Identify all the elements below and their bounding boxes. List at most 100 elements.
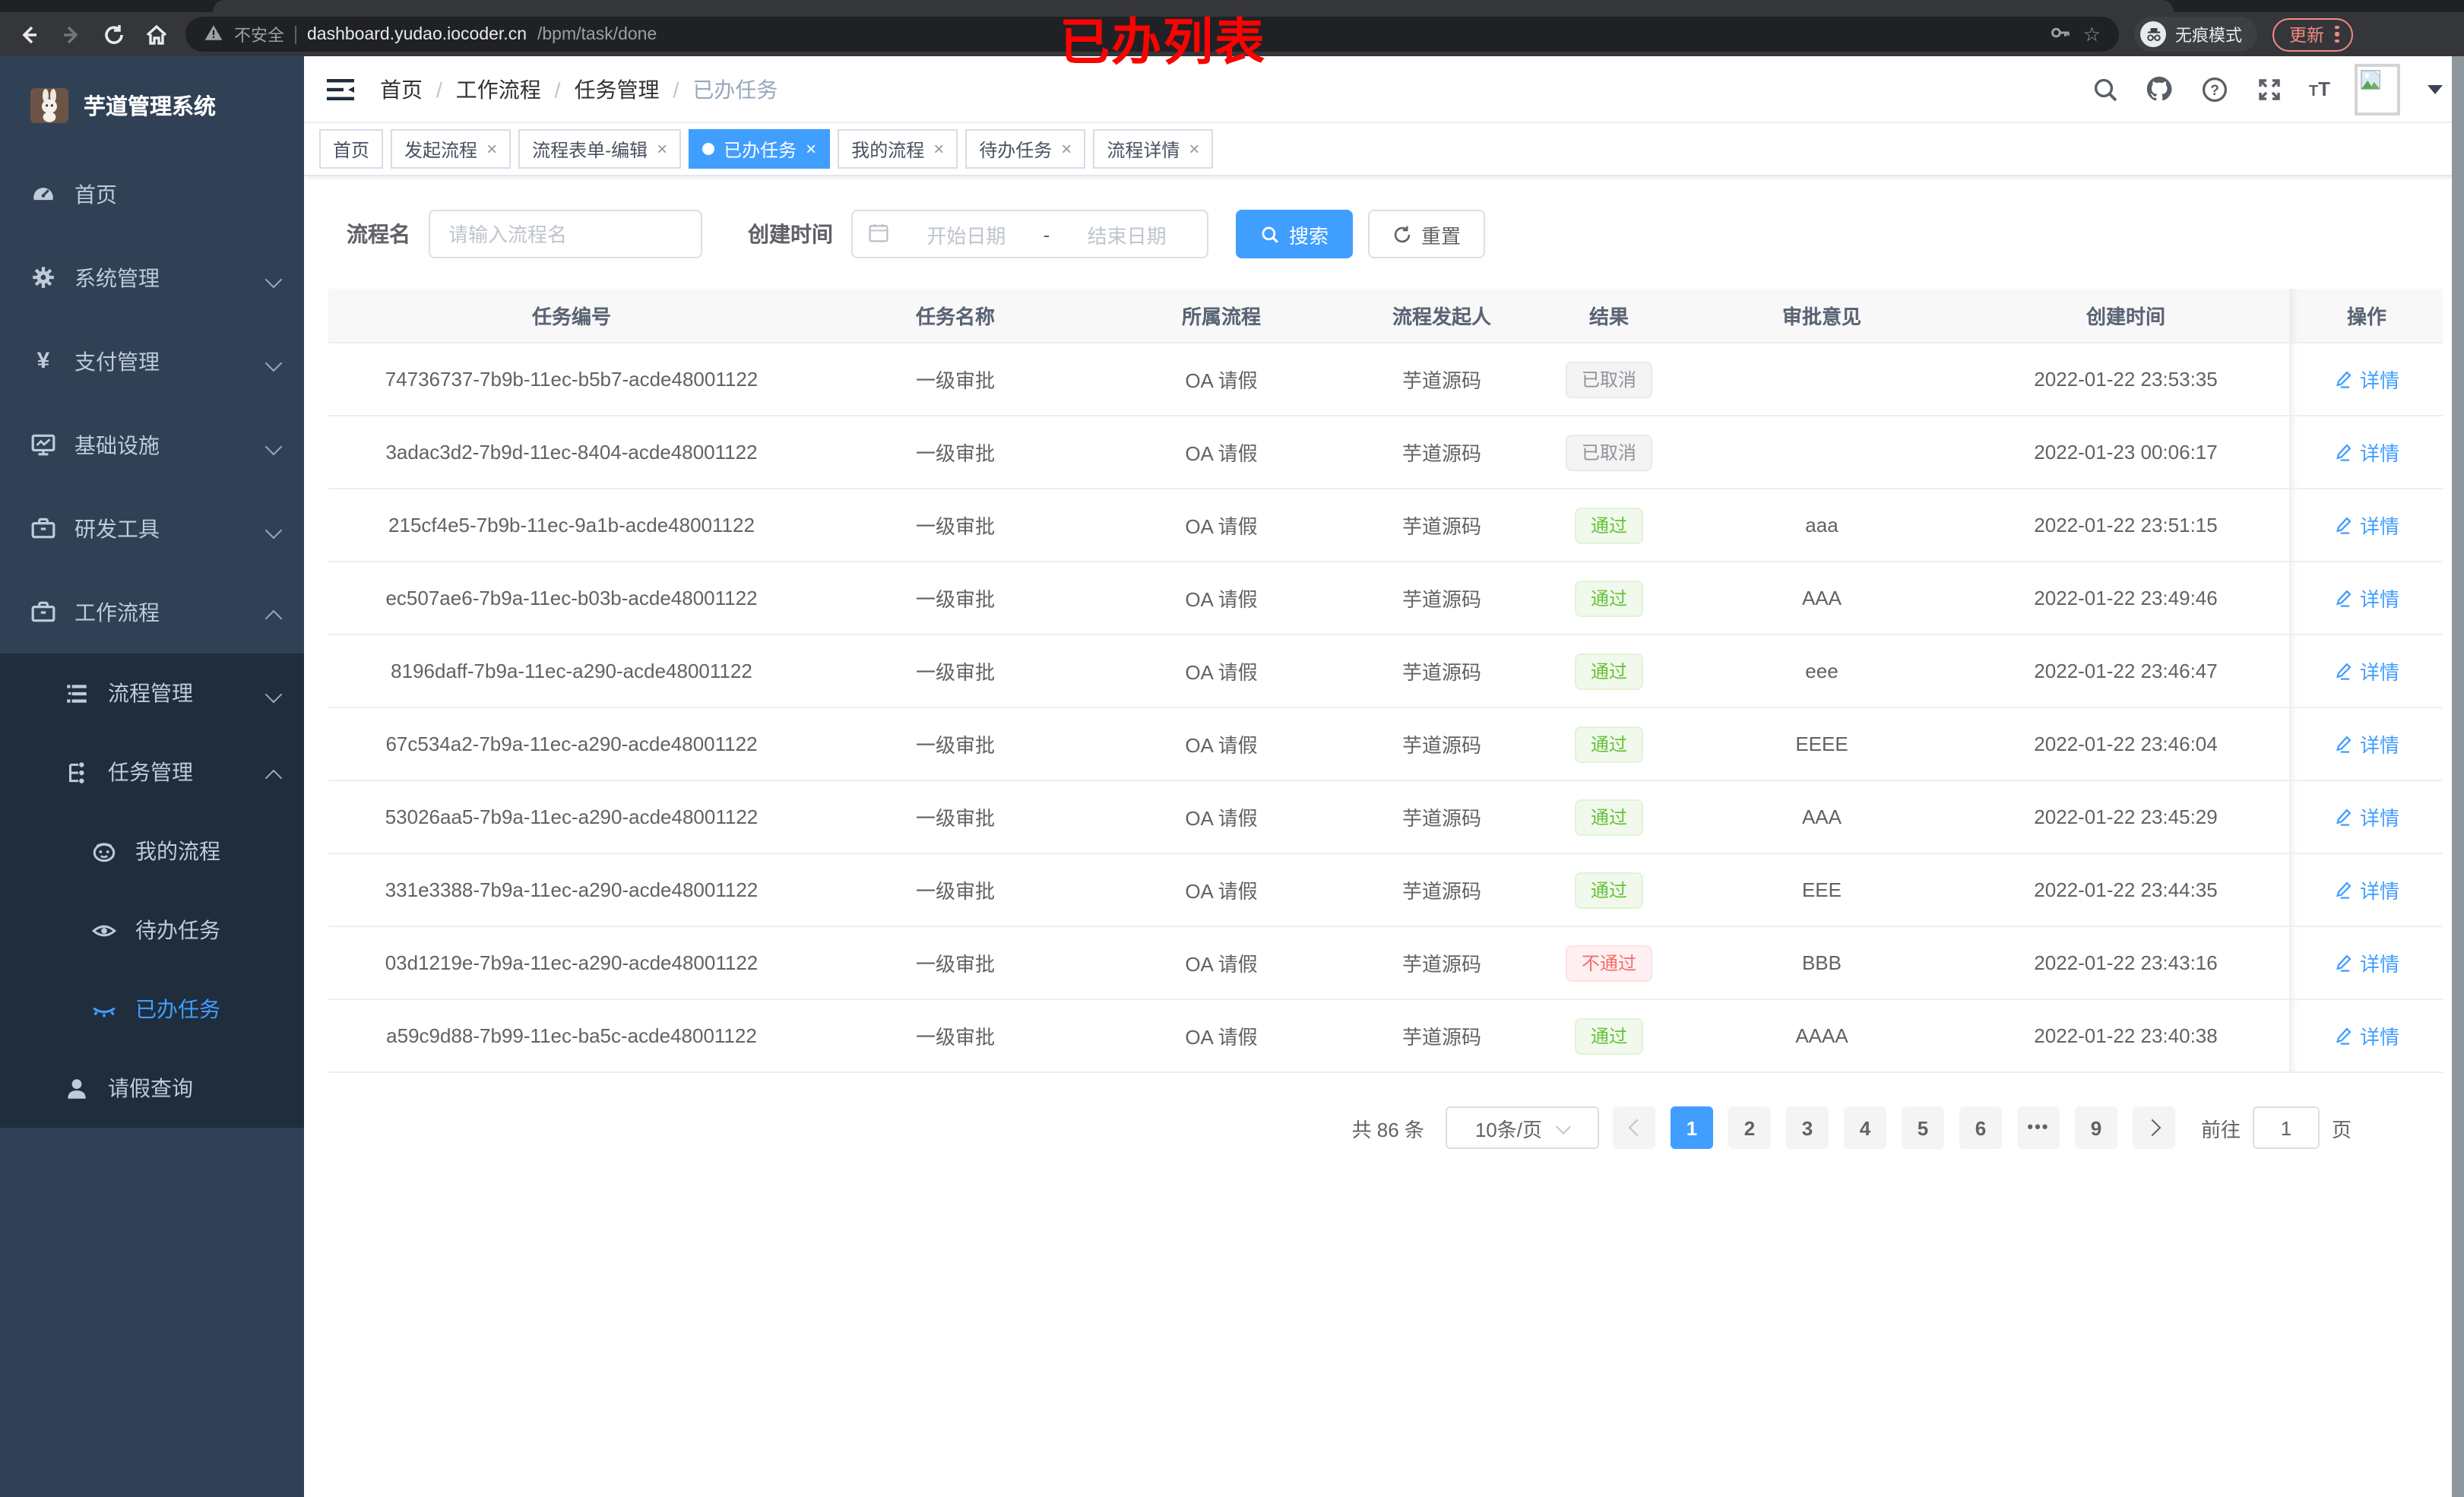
sidebar-item-infrastructure[interactable]: 基础设施 — [0, 403, 304, 486]
task-starter: 芋道源码 — [1401, 880, 1481, 903]
search-button[interactable]: 搜索 — [1236, 210, 1354, 258]
close-icon[interactable]: × — [657, 140, 667, 158]
browser-menu-icon[interactable] — [2335, 25, 2339, 43]
sidebar-item-workflow[interactable]: 工作流程 — [0, 570, 304, 654]
eye-open-icon — [91, 917, 117, 943]
app-header: 首页 / 工作流程 / 任务管理 / 已办任务 ? TT — [304, 56, 2464, 123]
process-name-input[interactable] — [429, 210, 702, 258]
page-button-3[interactable]: 3 — [1785, 1106, 1829, 1149]
task-process: OA 请假 — [1185, 1026, 1258, 1049]
reset-button[interactable]: 重置 — [1368, 210, 1486, 258]
tag-start-process[interactable]: 发起流程 × — [391, 129, 511, 169]
active-dot — [702, 143, 715, 155]
detail-button[interactable]: 详情 — [2334, 584, 2399, 612]
task-starter: 芋道源码 — [1401, 515, 1481, 538]
search-icon[interactable] — [2090, 74, 2120, 104]
tag-my-process[interactable]: 我的流程 × — [838, 129, 958, 169]
page-button-1[interactable]: 1 — [1670, 1106, 1713, 1149]
sidebar-item-leave-query[interactable]: 请假查询 — [0, 1049, 304, 1128]
font-size-icon[interactable]: TT — [2309, 78, 2330, 100]
page-button-6[interactable]: 6 — [1959, 1106, 2002, 1149]
sidebar-item-system[interactable]: 系统管理 — [0, 236, 304, 319]
page-button-9[interactable]: 9 — [2074, 1106, 2117, 1149]
collapse-sidebar-icon[interactable] — [325, 74, 356, 104]
detail-button[interactable]: 详情 — [2334, 438, 2399, 467]
github-icon[interactable] — [2145, 74, 2175, 104]
next-page-button[interactable] — [2132, 1106, 2175, 1149]
col-actions: 操作 — [2289, 289, 2443, 342]
sidebar-item-done-tasks[interactable]: 已办任务 — [0, 970, 304, 1049]
task-comment: AAA — [1801, 587, 1842, 609]
reload-icon[interactable] — [100, 21, 128, 48]
bookmark-star-icon[interactable]: ☆ — [2083, 22, 2101, 46]
key-icon[interactable] — [2050, 21, 2073, 48]
breadcrumb-current: 已办任务 — [692, 77, 778, 101]
more-pages-button[interactable]: ••• — [2016, 1106, 2060, 1149]
browser-update-button[interactable]: 更新 — [2272, 17, 2352, 51]
breadcrumb-workflow[interactable]: 工作流程 — [456, 74, 541, 104]
date-range-picker[interactable]: 开始日期 - 结束日期 — [851, 210, 1208, 258]
sidebar-item-task-mgmt[interactable]: 任务管理 — [0, 733, 304, 812]
header-actions: ? TT — [2090, 63, 2443, 115]
page-button-5[interactable]: 5 — [1901, 1106, 1944, 1149]
task-id: 8196daff-7b9a-11ec-a290-acde48001122 — [391, 660, 752, 682]
tag-done-tasks[interactable]: 已办任务 × — [689, 129, 831, 169]
flow-list-icon — [64, 680, 90, 706]
page-button-2[interactable]: 2 — [1728, 1106, 1771, 1149]
detail-button[interactable]: 详情 — [2334, 875, 2399, 904]
task-id: 215cf4e5-7b9b-11ec-9a1b-acde48001122 — [388, 514, 755, 536]
tag-form-edit[interactable]: 流程表单-编辑 × — [518, 129, 682, 169]
status-badge: 通过 — [1575, 799, 1642, 835]
detail-button[interactable]: 详情 — [2334, 802, 2399, 831]
forward-icon[interactable] — [58, 21, 85, 48]
chevron-down-icon — [1557, 1122, 1569, 1134]
date-end-placeholder[interactable]: 结束日期 — [1062, 220, 1192, 248]
tag-todo-tasks[interactable]: 待办任务 × — [965, 129, 1086, 169]
face-icon — [91, 838, 117, 864]
page-size-select[interactable]: 10条/页 — [1445, 1106, 1599, 1149]
close-icon[interactable]: × — [806, 140, 816, 158]
sidebar-item-my-process[interactable]: 我的流程 — [0, 812, 304, 891]
sidebar-item-home[interactable]: 首页 — [0, 152, 304, 236]
sidebar-item-process-mgmt[interactable]: 流程管理 — [0, 654, 304, 733]
task-name: 一级审批 — [915, 369, 995, 392]
breadcrumb-separator: / — [554, 77, 561, 101]
close-icon[interactable]: × — [1061, 140, 1072, 158]
app-logo[interactable]: 芋道管理系统 — [0, 68, 304, 141]
scrollbar-thumb[interactable] — [2452, 56, 2464, 1497]
detail-button[interactable]: 详情 — [2334, 1021, 2399, 1050]
back-icon[interactable] — [15, 21, 43, 48]
breadcrumb-separator: / — [673, 77, 679, 101]
detail-button[interactable]: 详情 — [2334, 948, 2399, 977]
avatar[interactable] — [2355, 63, 2400, 115]
goto-page-input[interactable] — [2252, 1106, 2320, 1149]
detail-button[interactable]: 详情 — [2334, 365, 2399, 394]
fullscreen-icon[interactable] — [2254, 74, 2285, 104]
page-scrollbar[interactable] — [2452, 56, 2464, 1497]
task-name: 一级审批 — [915, 1026, 995, 1049]
date-start-placeholder[interactable]: 开始日期 — [901, 220, 1031, 248]
page-button-4[interactable]: 4 — [1843, 1106, 1886, 1149]
close-icon[interactable]: × — [1189, 140, 1199, 158]
detail-button[interactable]: 详情 — [2334, 511, 2399, 540]
task-id: 3adac3d2-7b9d-11ec-8404-acde48001122 — [385, 441, 758, 464]
detail-button[interactable]: 详情 — [2334, 730, 2399, 758]
avatar-caret-icon[interactable] — [2428, 84, 2443, 93]
sidebar-item-todo-tasks[interactable]: 待办任务 — [0, 891, 304, 970]
task-comment: AAAA — [1795, 1024, 1848, 1047]
status-badge: 已取消 — [1566, 434, 1652, 470]
close-icon[interactable]: × — [933, 140, 944, 158]
prev-page-button[interactable] — [1612, 1106, 1655, 1149]
task-process: OA 请假 — [1185, 442, 1258, 465]
breadcrumb-home[interactable]: 首页 — [380, 74, 423, 104]
tag-process-detail[interactable]: 流程详情 × — [1093, 129, 1214, 169]
tag-home[interactable]: 首页 — [319, 129, 384, 169]
detail-button[interactable]: 详情 — [2334, 657, 2399, 685]
close-icon[interactable]: × — [486, 140, 497, 158]
help-icon[interactable]: ? — [2200, 74, 2230, 104]
task-process: OA 请假 — [1185, 953, 1258, 976]
home-icon[interactable] — [143, 21, 170, 48]
sidebar-item-payment[interactable]: ¥ 支付管理 — [0, 319, 304, 403]
breadcrumb-task-mgmt[interactable]: 任务管理 — [575, 74, 660, 104]
sidebar-item-devtools[interactable]: 研发工具 — [0, 486, 304, 570]
